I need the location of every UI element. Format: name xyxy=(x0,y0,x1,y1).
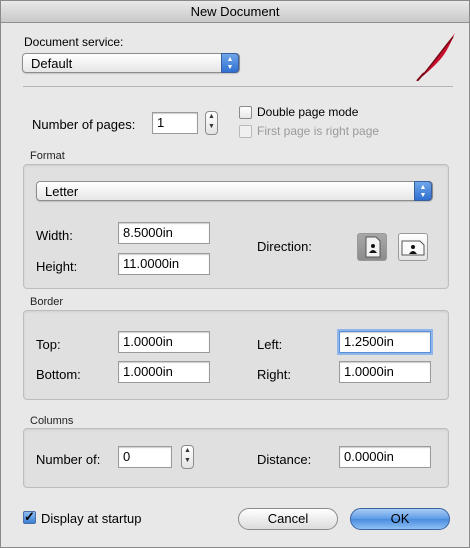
document-service-label: Document service: xyxy=(24,35,124,49)
top-separator xyxy=(23,86,453,87)
right-margin-field[interactable]: 1.0000in xyxy=(339,361,431,383)
display-at-startup-label: Display at startup xyxy=(41,511,142,526)
display-at-startup-checkbox[interactable] xyxy=(23,509,36,525)
double-page-mode-checkbox[interactable] xyxy=(239,106,252,119)
first-page-right-label: First page is right page xyxy=(257,124,380,138)
columns-stepper-icon[interactable]: ▲ ▼ xyxy=(181,445,194,469)
popup-arrows-icon: ▲ ▼ xyxy=(221,53,239,73)
columns-distance-field[interactable]: 0.0000in xyxy=(339,446,431,468)
direction-label: Direction: xyxy=(257,239,312,254)
double-page-mode-label: Double page mode xyxy=(257,105,359,119)
first-page-right-checkbox[interactable] xyxy=(239,125,252,138)
border-section-label: Border xyxy=(30,296,64,308)
columns-number-field[interactable]: 0 xyxy=(118,446,172,468)
document-service-value: Default xyxy=(31,56,73,71)
document-service-popup[interactable]: Default ▲ ▼ xyxy=(22,53,240,73)
border-group xyxy=(23,310,449,400)
landscape-icon xyxy=(401,240,425,256)
height-field[interactable]: 11.0000in xyxy=(118,253,210,275)
feather-logo-icon xyxy=(416,33,455,81)
new-document-dialog: New Document Document service: Default ▲… xyxy=(0,0,470,548)
number-of-pages-field[interactable]: 1 xyxy=(152,112,198,134)
portrait-icon xyxy=(365,236,381,258)
width-label: Width: xyxy=(36,228,73,243)
paper-size-value: Letter xyxy=(45,184,79,199)
landscape-direction-button[interactable] xyxy=(398,233,428,261)
top-margin-field[interactable]: 1.0000in xyxy=(118,331,210,353)
bottom-margin-field[interactable]: 1.0000in xyxy=(118,361,210,383)
columns-section-label: Columns xyxy=(30,415,74,427)
height-label: Height: xyxy=(36,259,78,274)
columns-number-label: Number of: xyxy=(36,452,101,467)
popup-arrows-icon: ▲ ▼ xyxy=(414,181,432,201)
window-title: New Document xyxy=(1,1,469,23)
portrait-direction-button[interactable] xyxy=(357,233,387,261)
width-field[interactable]: 8.5000in xyxy=(118,222,210,244)
columns-distance-label: Distance: xyxy=(257,452,312,467)
left-margin-field[interactable]: 1.2500in xyxy=(339,331,431,353)
paper-size-popup[interactable]: Letter ▲ ▼ xyxy=(36,181,433,201)
top-margin-label: Top: xyxy=(36,337,61,352)
right-margin-label: Right: xyxy=(257,367,291,382)
ok-button[interactable]: OK xyxy=(350,508,450,530)
bottom-margin-label: Bottom: xyxy=(36,367,81,382)
format-section-label: Format xyxy=(30,150,65,162)
left-margin-label: Left: xyxy=(257,337,283,352)
pages-stepper-icon[interactable]: ▲ ▼ xyxy=(205,111,218,135)
cancel-button[interactable]: Cancel xyxy=(238,508,338,530)
number-of-pages-label: Number of pages: xyxy=(32,117,136,132)
